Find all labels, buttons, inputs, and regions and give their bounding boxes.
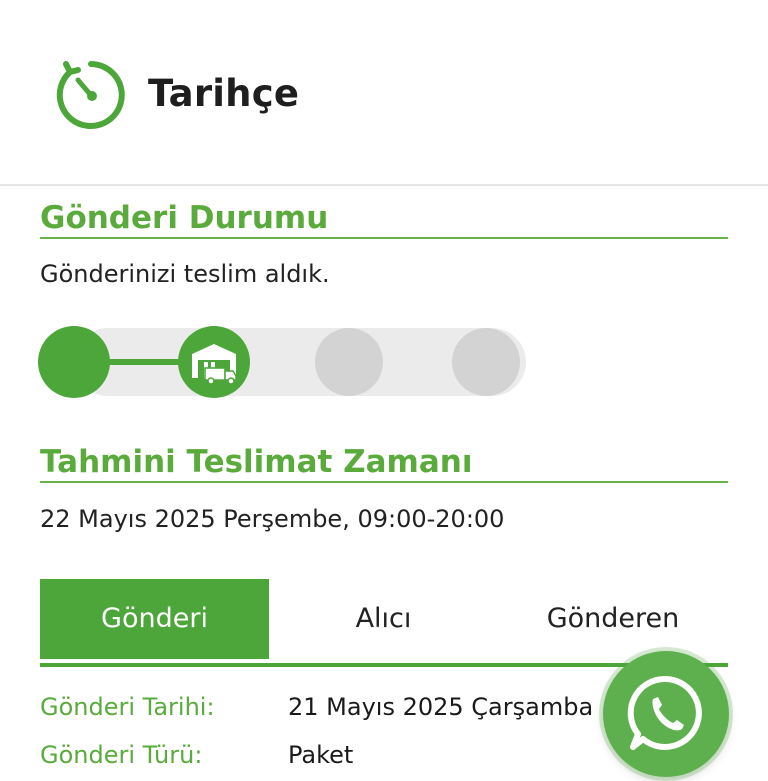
progress-step-1 (38, 326, 110, 398)
whatsapp-button[interactable] (603, 651, 729, 777)
tab-gonderi[interactable]: Gönderi (40, 579, 269, 659)
header-divider (0, 184, 768, 186)
progress-step-3 (315, 328, 383, 396)
page-header: Tarihçe (0, 0, 768, 184)
eta-section-title: Tahmini Teslimat Zamanı (40, 443, 728, 483)
page-title: Tarihçe (148, 72, 300, 115)
progress-step-4 (452, 328, 520, 396)
tab-gonderen[interactable]: Gönderen (498, 579, 728, 659)
status-section-title: Gönderi Durumu (40, 199, 728, 239)
progress-step-2 (178, 326, 250, 398)
history-timer-icon (56, 60, 126, 130)
detail-label-type: Gönderi Türü: (40, 741, 203, 769)
tab-alici[interactable]: Alıcı (269, 579, 498, 659)
detail-label-date: Gönderi Tarihi: (40, 693, 215, 721)
detail-value-date: 21 Mayıs 2025 Çarşamba (288, 693, 594, 721)
eta-text: 22 Mayıs 2025 Perşembe, 09:00-20:00 (40, 505, 505, 533)
status-text: Gönderinizi teslim aldık. (40, 260, 330, 288)
shipment-progress (38, 326, 526, 398)
detail-value-type: Paket (288, 741, 354, 769)
